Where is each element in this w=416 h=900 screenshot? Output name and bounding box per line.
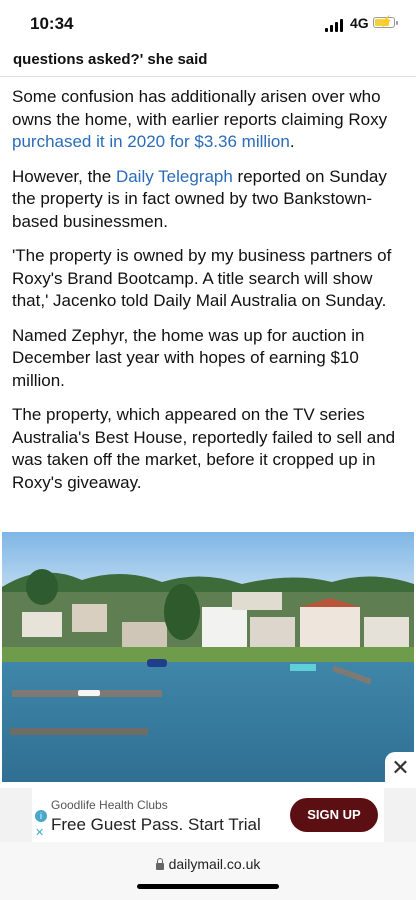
daily-telegraph-link[interactable]: Daily Telegraph: [116, 167, 233, 186]
url-display[interactable]: dailymail.co.uk: [0, 856, 416, 872]
browser-url-bar[interactable]: dailymail.co.uk: [0, 842, 416, 900]
network-type: 4G: [350, 15, 369, 31]
sign-up-button[interactable]: SIGN UP: [290, 798, 378, 832]
sticky-headline-bar: questions asked?' she said: [0, 46, 416, 77]
lock-icon: [155, 858, 164, 870]
article-photo-waterfront-homes[interactable]: [2, 532, 414, 782]
url-text: dailymail.co.uk: [168, 856, 261, 872]
home-indicator[interactable]: [137, 884, 279, 889]
ad-info-icon[interactable]: i: [35, 810, 47, 822]
ad-headline: Free Guest Pass. Start Trial: [51, 815, 261, 834]
close-ad-button[interactable]: ✕: [385, 752, 416, 784]
article-paragraph: However, the Daily Telegraph reported on…: [12, 166, 387, 231]
close-icon: ✕: [391, 755, 410, 780]
ad-content[interactable]: i ✕ Goodlife Health Clubs Free Guest Pas…: [32, 788, 384, 842]
article-paragraph: Some confusion has additionally arisen o…: [12, 87, 388, 151]
ad-banner[interactable]: i ✕ Goodlife Health Clubs Free Guest Pas…: [0, 788, 416, 842]
purchase-price-link[interactable]: purchased it in 2020 for $3.36 million: [12, 132, 290, 151]
battery-charging-icon: ⚡: [373, 16, 398, 28]
article-paragraph: The property, which appeared on the TV s…: [12, 405, 396, 492]
status-bar: 10:34 4G ⚡: [0, 0, 416, 46]
article-paragraph: 'The property is owned by my business pa…: [12, 246, 392, 310]
status-time: 10:34: [30, 14, 74, 33]
article-body: Some confusion has additionally arisen o…: [12, 86, 404, 506]
ad-brand: Goodlife Health Clubs: [51, 798, 168, 812]
sticky-headline-text: questions asked?' she said: [13, 51, 208, 68]
ad-choices-close-icon[interactable]: ✕: [35, 826, 44, 839]
cellular-signal-icon: [325, 18, 345, 32]
article-paragraph: Named Zephyr, the home was up for auctio…: [12, 325, 365, 390]
